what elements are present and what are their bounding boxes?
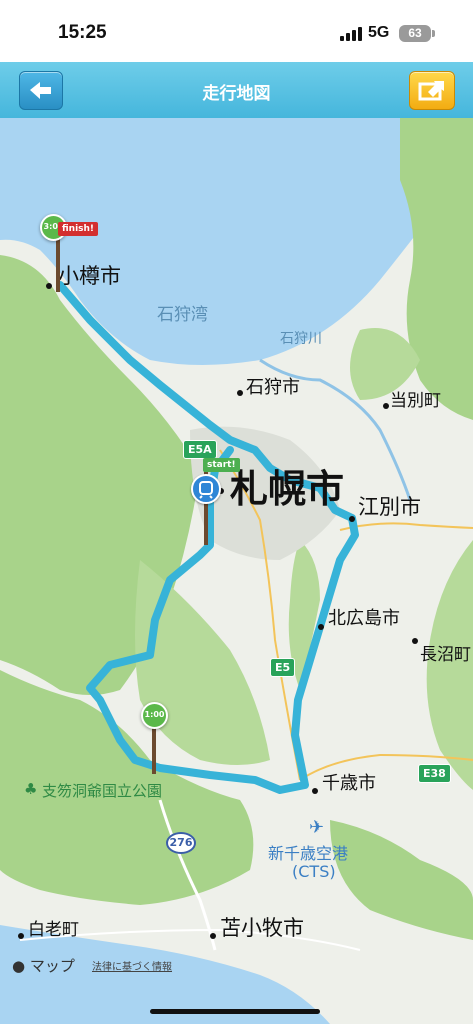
city-tobetsu: 当別町 xyxy=(390,391,441,411)
share-button[interactable] xyxy=(409,71,455,110)
otaru-dot xyxy=(46,283,52,289)
page-title: 走行地図 xyxy=(202,84,271,104)
park-icon: ♣ xyxy=(24,780,38,798)
city-shiraoi: 白老町 xyxy=(28,920,79,940)
city-naganuma: 長沼町 xyxy=(420,645,471,665)
city-ishikari: 石狩市 xyxy=(246,377,300,398)
network-type: 5G xyxy=(368,24,390,41)
tobetsu-dot xyxy=(383,403,389,409)
city-kitahiroshima: 北広島市 xyxy=(328,608,400,629)
battery-tip xyxy=(432,30,435,37)
status-bar: 15:25 5G 63 xyxy=(0,0,473,62)
checkpoint-time-pin[interactable]: 1:00 xyxy=(141,702,168,729)
airport-name: 新千歳空港 xyxy=(268,844,349,863)
city-tomakomai: 苫小牧市 xyxy=(220,916,304,940)
finish-flag[interactable]: finish! xyxy=(58,222,99,236)
shiraoi-dot xyxy=(18,933,24,939)
apple-logo-icon: ● xyxy=(12,957,26,975)
maps-brand: マップ xyxy=(29,957,75,975)
battery-icon: 63 xyxy=(399,25,431,42)
ishikari-dot xyxy=(237,390,243,396)
route-shield-276: 276 xyxy=(166,832,196,854)
kitahiroshima-dot xyxy=(318,624,324,630)
water-ishikari-bay: 石狩湾 xyxy=(157,305,208,325)
city-ebetsu: 江別市 xyxy=(358,495,421,519)
naganuma-dot xyxy=(412,638,418,644)
city-otaru: 小樽市 xyxy=(58,264,121,288)
city-chitose: 千歳市 xyxy=(322,773,376,794)
road-shield-e5a: E5A xyxy=(183,440,217,459)
legal-link[interactable]: 法律に基づく情報 xyxy=(92,958,172,973)
share-arrow-icon xyxy=(418,81,444,101)
road-shield-e38: E38 xyxy=(418,764,451,783)
chitose-dot xyxy=(312,788,318,794)
signal-icon xyxy=(340,27,364,41)
road-shield-e5: E5 xyxy=(270,658,296,677)
water-ishikari-river: 石狩川 xyxy=(280,331,322,347)
tomakomai-dot xyxy=(210,933,216,939)
maps-attribution: ● マップ xyxy=(12,955,75,976)
ebetsu-dot xyxy=(349,516,355,522)
map-canvas[interactable] xyxy=(0,118,473,1024)
train-station-icon[interactable] xyxy=(191,474,221,504)
airport-code: (CTS) xyxy=(292,862,336,881)
nav-bar: 走行地図 xyxy=(0,62,473,118)
park-shikotsu-toya: 支笏洞爺国立公園 xyxy=(42,782,163,800)
airport-icon: ✈ xyxy=(309,817,325,838)
start-flag[interactable]: start! xyxy=(203,458,240,472)
status-time: 15:25 xyxy=(58,22,107,43)
home-indicator xyxy=(150,1009,320,1014)
map-view[interactable]: 小樽市 石狩湾 石狩川 石狩市 当別町 札幌市 江別市 北広島市 長沼町 千歳市… xyxy=(0,118,473,1024)
city-sapporo: 札幌市 xyxy=(230,467,345,511)
